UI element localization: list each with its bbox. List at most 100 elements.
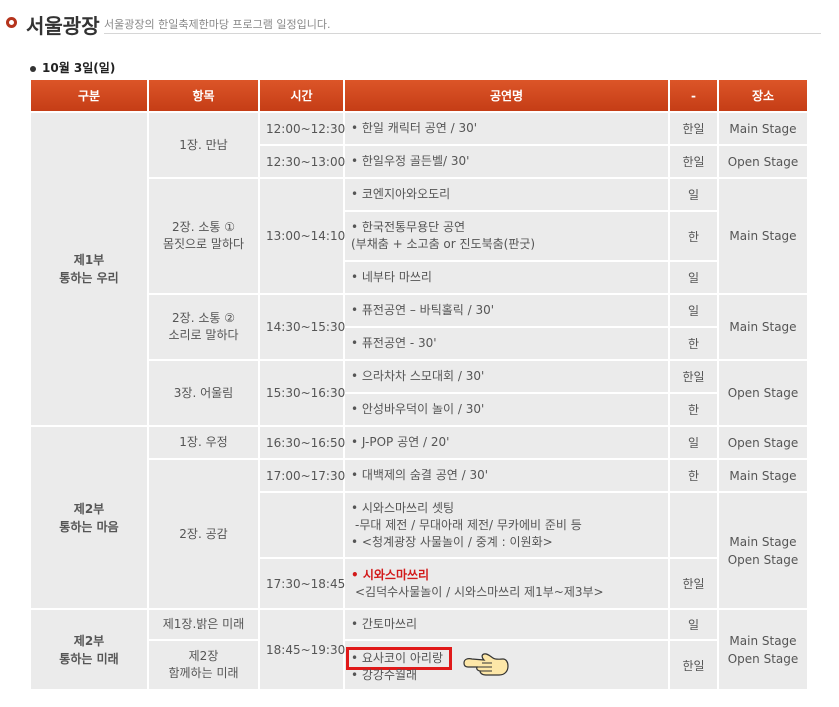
item-sublabel: 소리로 말하다: [168, 328, 239, 342]
place-line: Open Stage: [727, 651, 799, 666]
item-cell: 2장. 공감: [147, 458, 260, 610]
place-cell: Main Stage: [717, 177, 809, 295]
pointing-hand-icon: [463, 653, 509, 676]
item-label: 1장. 만남: [179, 137, 228, 152]
lang-cell: 일: [668, 293, 719, 328]
lang-cell: 일: [668, 260, 719, 295]
time-cell: 17:00~17:30: [258, 458, 345, 493]
place-cell: Open Stage: [717, 359, 809, 427]
lang-cell: 한일: [668, 639, 719, 691]
item-cell: 1장. 우정: [147, 425, 260, 460]
performance-cell: • 대백제의 숨결 공연 / 30': [343, 458, 670, 493]
place-cell: Open Stage: [717, 144, 809, 179]
time-cell: 15:30~16:30: [258, 359, 345, 427]
dot-bullet-icon: [30, 65, 36, 72]
performance-line: • <청계광장 사물놀이 / 중계 : 이원화>: [351, 534, 553, 549]
performance-line: • 한국전통무용단 공연: [351, 220, 466, 234]
lang-cell: 한일: [668, 359, 719, 394]
performance-line: • 요사코이 아리랑: [351, 650, 443, 665]
lang-cell: 한: [668, 392, 719, 427]
col-header-item: 항목: [147, 78, 260, 113]
col-header-place: 장소: [717, 78, 809, 113]
item-cell: 제2장함께하는 미래: [147, 639, 260, 691]
part-cell: 제2부 통하는 마음: [29, 425, 149, 610]
performance-cell: • 한일우정 골든벨/ 30': [343, 144, 670, 179]
time-cell: 16:30~16:50: [258, 425, 345, 460]
place-cell: Open Stage: [717, 425, 809, 460]
place-line: Open Stage: [727, 552, 799, 567]
performance-cell: • 한국전통무용단 공연 (부채춤 + 소고춤 or 진도북춤(판굿): [343, 210, 670, 262]
time-cell: 14:30~15:30: [258, 293, 345, 361]
performance-cell: • 안성바우덕이 놀이 / 30': [343, 392, 670, 427]
item-cell: 2장. 소통 ① 몸짓으로 말하다: [147, 177, 260, 295]
item-cell: 제1장.밝은 미래: [147, 608, 260, 641]
item-sublabel: 함께하는 미래: [168, 666, 239, 680]
table-row: 제2부 통하는 마음 1장. 우정 16:30~16:50 • J-POP 공연…: [29, 425, 809, 610]
performance-cell: • 시와스마쓰리 셋팅 -무대 제전 / 무대아래 제전/ 무카에비 준비 등 • …: [343, 491, 670, 559]
place-line: Main Stage: [729, 534, 797, 549]
part-cell: 제2부 통하는 미래: [29, 608, 149, 691]
place-cell: Main Stage Open Stage: [717, 608, 809, 691]
lang-cell: 한: [668, 458, 719, 493]
part-cell: 제1부 통하는 우리: [29, 111, 149, 427]
place-cell: Main Stage Open Stage: [717, 491, 809, 610]
header-divider: [104, 33, 821, 34]
lang-cell: 한: [668, 326, 719, 361]
performance-line: -무대 제전 / 무대아래 제전/ 무카에비 준비 등: [355, 517, 582, 532]
item-cell: 1장. 만남: [147, 111, 260, 179]
time-cell: 18:45~19:30: [258, 608, 345, 691]
item-label: 3장. 어울림: [173, 385, 234, 400]
item-label: 2장. 공감: [179, 526, 228, 541]
performance-cell: • 퓨전공연 – 바틱홀릭 / 30': [343, 293, 670, 328]
schedule-table: 구분 항목 시간 공연명 - 장소 제1부 통하는 우리 1장. 만남 12:0…: [29, 78, 809, 691]
item-label: 1장. 우정: [179, 435, 228, 449]
time-cell: 12:30~13:00: [258, 144, 345, 179]
item-label: 2장. 소통 ①: [172, 220, 235, 234]
lang-cell: 일: [668, 177, 719, 212]
performance-cell: • 한일 캐릭터 공연 / 30': [343, 111, 670, 146]
col-header-time: 시간: [258, 78, 345, 113]
time-cell: 17:30~18:45: [258, 557, 345, 610]
place-cell: Main Stage: [717, 111, 809, 146]
item-cell: 2장. 소통 ② 소리로 말하다: [147, 293, 260, 361]
lang-cell: 일: [668, 425, 719, 460]
table-row: 제2부 통하는 미래 제1장.밝은 미래 18:45~19:30 • 간토마쓰리…: [29, 608, 809, 691]
item-label: 제1장.밝은 미래: [162, 617, 245, 631]
performance-cell: • 으라차차 스모대회 / 30': [343, 359, 670, 394]
time-cell: 12:00~12:30: [258, 111, 345, 146]
col-header-performance: 공연명: [343, 78, 670, 113]
performance-cell: • 코엔지아와오도리: [343, 177, 670, 212]
page-title: 서울광장: [26, 14, 100, 38]
performance-cell: • 시와스마쓰리 <김덕수사물놀이 / 시와스마쓰리 제1부~제3부>: [343, 557, 670, 610]
part-label: 제2부 통하는 미래: [59, 633, 119, 666]
schedule-date: 10월 3일(일): [30, 59, 115, 76]
performance-cell: • 네부타 마쓰리: [343, 260, 670, 295]
item-cell: 3장. 어울림: [147, 359, 260, 427]
performance-line: (부채춤 + 소고춤 or 진도북춤(판굿): [351, 237, 536, 251]
col-header-category: 구분: [29, 78, 149, 113]
lang-cell: [668, 491, 719, 559]
performance-cell: • 간토마쓰리: [343, 608, 670, 641]
performance-highlight-line: • 시와스마쓰리: [351, 567, 430, 582]
lang-cell: 일: [668, 608, 719, 641]
item-label: 제2장: [188, 649, 219, 663]
page-header: 서울광장 서울광장의 한일축제한마당 프로그램 일정입니다.: [6, 8, 821, 38]
date-label: 10월 3일(일): [42, 61, 116, 75]
table-header-row: 구분 항목 시간 공연명 - 장소: [29, 78, 809, 113]
time-cell: 13:00~14:10: [258, 177, 345, 295]
performance-line: <김덕수사물놀이 / 시와스마쓰리 제1부~제3부>: [355, 584, 604, 599]
place-line: Main Stage: [729, 633, 797, 648]
place-cell: Main Stage: [717, 458, 809, 493]
performance-cell: • J-POP 공연 / 20': [343, 425, 670, 460]
lang-cell: 한일: [668, 111, 719, 146]
time-cell: [258, 491, 345, 559]
item-label: 2장. 소통 ②: [172, 311, 235, 325]
item-sublabel: 몸짓으로 말하다: [162, 237, 245, 251]
circle-bullet-icon: [6, 17, 17, 28]
table-row: 제1부 통하는 우리 1장. 만남 12:00~12:30 • 한일 캐릭터 공…: [29, 111, 809, 427]
part-label: 제2부 통하는 마음: [59, 501, 119, 534]
performance-cell: • 퓨전공연 - 30': [343, 326, 670, 361]
lang-cell: 한일: [668, 557, 719, 610]
place-cell: Main Stage: [717, 293, 809, 361]
part-label: 제1부 통하는 우리: [59, 253, 119, 285]
